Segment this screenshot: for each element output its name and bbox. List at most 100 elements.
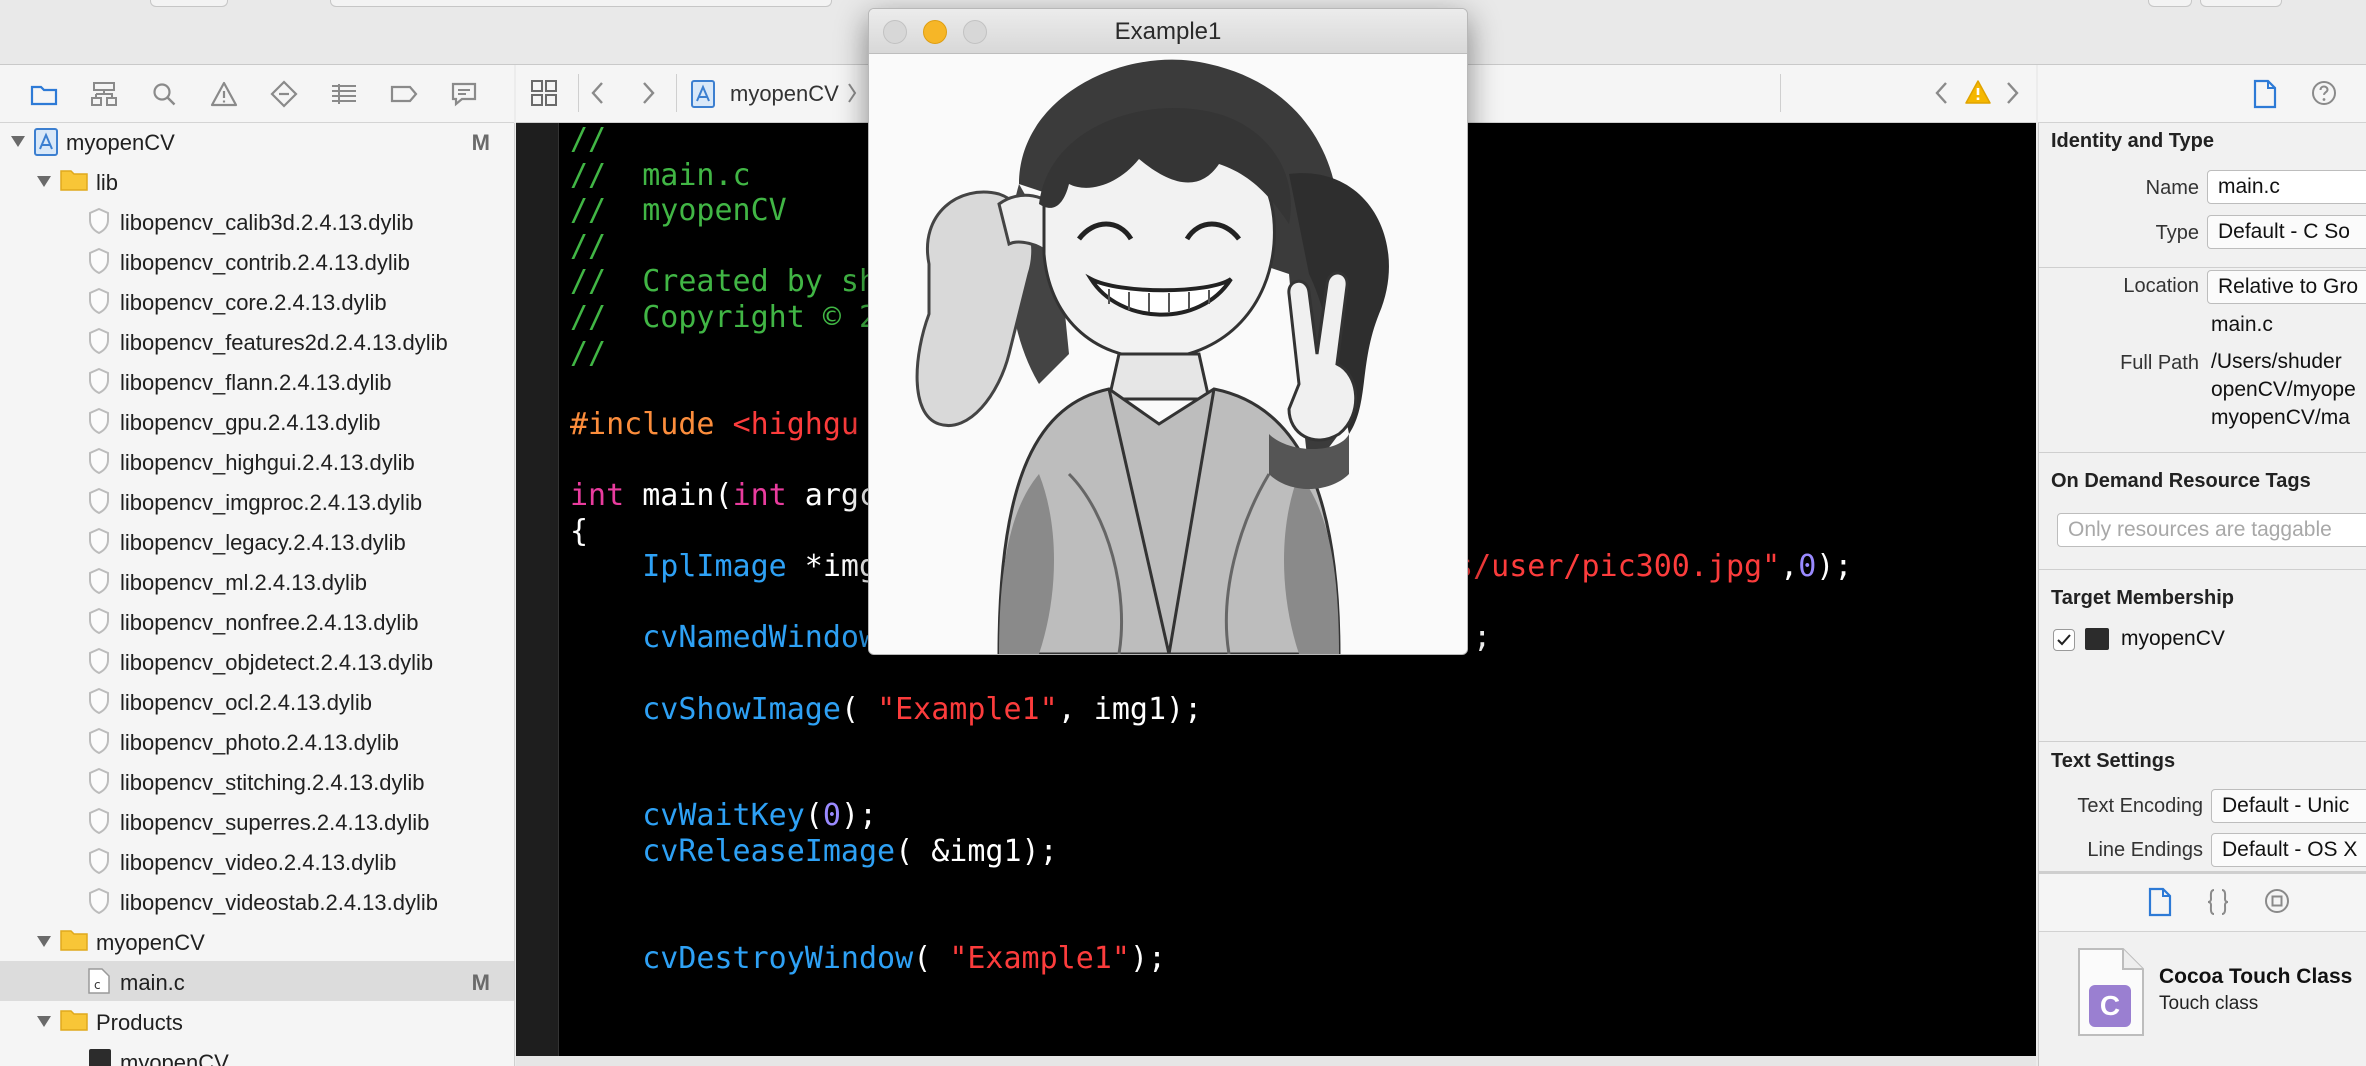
navigator-row[interactable]: libopencv_videostab.2.4.13.dylib — [0, 881, 514, 921]
quick-help-tab[interactable] — [2310, 79, 2338, 107]
navigator-row[interactable]: libopencv_legacy.2.4.13.dylib — [0, 521, 514, 561]
code-token: main( — [624, 478, 733, 513]
debug-navigator-tab[interactable] — [328, 78, 360, 110]
editor-gutter[interactable] — [516, 123, 559, 1056]
library-shield-icon — [88, 368, 110, 394]
image-window-titlebar[interactable]: Example1 — [869, 9, 1467, 54]
navigator-row[interactable]: libopencv_imgproc.2.4.13.dylib — [0, 481, 514, 521]
code-token: #include — [570, 406, 733, 442]
toolbar-button-fragment[interactable] — [2200, 0, 2282, 7]
navigator-row[interactable]: myopenCV — [0, 921, 514, 961]
chevron-right-icon — [2007, 82, 2019, 104]
file-template-library-tab[interactable] — [2147, 887, 2173, 917]
navigator-item-label: libopencv_features2d.2.4.13.dylib — [120, 330, 448, 355]
navigator-row[interactable]: libopencv_flann.2.4.13.dylib — [0, 361, 514, 401]
navigator-row[interactable]: libopencv_superres.2.4.13.dylib — [0, 801, 514, 841]
toolbar-button-fragment[interactable] — [150, 0, 228, 7]
navigator-row[interactable]: libopencv_ml.2.4.13.dylib — [0, 561, 514, 601]
navigator-item-label: libopencv_objdetect.2.4.13.dylib — [120, 650, 434, 675]
navigator-row[interactable]: libopencv_stitching.2.4.13.dylib — [0, 761, 514, 801]
code-line: cvReleaseImage( &img1); — [570, 834, 1057, 870]
cocoa-touch-class-icon[interactable]: C — [2075, 947, 2147, 1037]
image-window[interactable]: Example1 — [868, 8, 1468, 655]
file-inspector-tab[interactable] — [2252, 79, 2278, 109]
navigator-item-label: libopencv_imgproc.2.4.13.dylib — [120, 490, 423, 515]
checkmark-icon — [2057, 634, 2071, 646]
code-token: "Example1" — [949, 940, 1130, 976]
navigator-item-label: main.c — [120, 970, 185, 995]
on-demand-section-title: On Demand Resource Tags — [2051, 470, 2311, 492]
navigator-row[interactable]: libopencv_video.2.4.13.dylib — [0, 841, 514, 881]
breadcrumb-project[interactable]: myopenCV — [730, 81, 839, 107]
name-field[interactable]: main.c — [2207, 170, 2366, 204]
project-navigator-tab[interactable] — [28, 78, 60, 110]
terminal-icon — [2085, 628, 2109, 650]
resource-tags-field[interactable]: Only resources are taggable — [2057, 513, 2366, 547]
code-token: cvShowImage — [642, 691, 841, 727]
navigator-row[interactable]: libopencv_gpu.2.4.13.dylib — [0, 401, 514, 441]
related-items-button[interactable] — [530, 79, 558, 107]
navigator-item-label: myopenCV — [96, 930, 205, 955]
target-name: myopenCV — [2121, 627, 2225, 650]
code-line: int main(int argc — [570, 478, 877, 514]
folder-icon — [60, 1008, 88, 1032]
navigator-row[interactable]: myopenCV — [0, 1041, 514, 1066]
speech-bubble-icon — [451, 82, 477, 107]
navigator-row[interactable]: libopencv_features2d.2.4.13.dylib — [0, 321, 514, 361]
navigator-row[interactable]: libopencv_highgui.2.4.13.dylib — [0, 441, 514, 481]
code-token: , img1); — [1057, 691, 1203, 727]
line-endings-popup[interactable]: Default - OS X — [2211, 833, 2366, 867]
navigator-row[interactable]: libopencv_contrib.2.4.13.dylib — [0, 241, 514, 281]
report-navigator-tab[interactable] — [448, 78, 480, 110]
location-popup[interactable]: Relative to Gro — [2207, 270, 2366, 304]
toolbar-button-fragment[interactable] — [2148, 0, 2192, 7]
navigator-row[interactable]: lib — [0, 161, 514, 201]
code-line: // — [570, 229, 606, 265]
separator — [1780, 74, 1781, 112]
navigator-row[interactable]: libopencv_objdetect.2.4.13.dylib — [0, 641, 514, 681]
text-encoding-popup[interactable]: Default - Unic — [2211, 789, 2366, 823]
next-issue-button[interactable] — [2002, 79, 2022, 107]
navigator-row[interactable]: libopencv_calib3d.2.4.13.dylib — [0, 201, 514, 241]
location-label: Location — [2123, 275, 2199, 297]
navigator-row[interactable]: Products — [0, 1001, 514, 1041]
target-checkbox[interactable] — [2053, 629, 2075, 651]
list-icon — [332, 84, 356, 104]
divider — [2039, 267, 2366, 268]
scheme-selector-fragment[interactable] — [330, 0, 832, 7]
library-shield-icon — [88, 648, 110, 674]
hierarchy-icon — [91, 82, 117, 106]
identity-section-title: Identity and Type — [2051, 130, 2214, 152]
breakpoint-navigator-tab[interactable] — [388, 78, 420, 110]
library-shield-icon — [88, 728, 110, 754]
issue-warning-button[interactable] — [1964, 79, 1992, 105]
symbol-navigator-tab[interactable] — [88, 78, 120, 110]
previous-issue-button[interactable] — [1932, 79, 1952, 107]
code-snippet-library-tab[interactable] — [2205, 887, 2231, 917]
code-token: { — [570, 513, 589, 549]
search-icon — [153, 83, 176, 106]
disclosure-triangle-icon[interactable] — [36, 173, 52, 189]
navigator-row[interactable]: libopencv_ocl.2.4.13.dylib — [0, 681, 514, 721]
disclosure-triangle-icon[interactable] — [36, 933, 52, 949]
forward-button[interactable] — [638, 79, 658, 107]
back-button[interactable] — [588, 79, 608, 107]
issue-navigator-tab[interactable] — [208, 78, 240, 110]
disclosure-triangle-icon[interactable] — [36, 1013, 52, 1029]
find-navigator-tab[interactable] — [148, 78, 180, 110]
object-library-tab[interactable] — [2263, 887, 2291, 915]
full-path-label: Full Path — [2120, 352, 2199, 374]
navigator-row[interactable]: libopencv_nonfree.2.4.13.dylib — [0, 601, 514, 641]
separator — [676, 74, 677, 112]
test-navigator-tab[interactable] — [268, 78, 300, 110]
disclosure-triangle-icon[interactable] — [10, 133, 26, 149]
navigator-row[interactable]: c main.c M — [0, 961, 514, 1001]
navigator-item-label: lib — [96, 170, 119, 195]
code-token: // — [570, 122, 607, 157]
navigator-row[interactable]: myopenCV M — [0, 123, 514, 161]
navigator-row[interactable]: libopencv_photo.2.4.13.dylib — [0, 721, 514, 761]
navigator-row[interactable]: libopencv_core.2.4.13.dylib — [0, 281, 514, 321]
navigator-item-label: libopencv_stitching.2.4.13.dylib — [120, 770, 425, 795]
type-popup[interactable]: Default - C So — [2207, 215, 2366, 249]
